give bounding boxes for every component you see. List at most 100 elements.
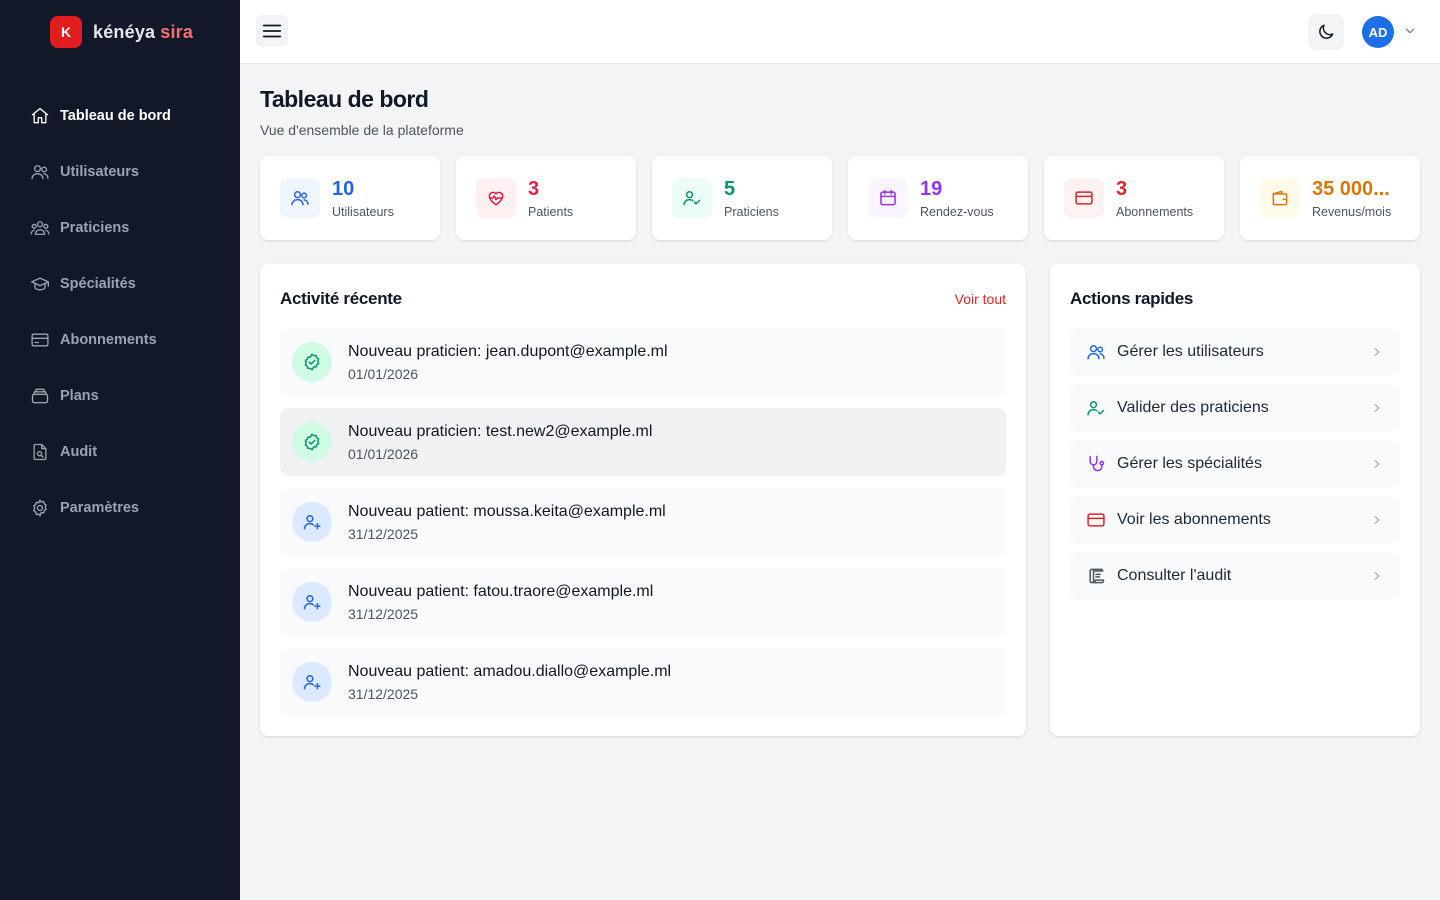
- quick-action-view-audit[interactable]: Consulter l'audit: [1070, 552, 1400, 600]
- activity-date: 31/12/2025: [348, 526, 419, 542]
- sidebar-item-utilisateurs[interactable]: Utilisateurs: [0, 144, 240, 200]
- stat-value: 35 000...: [1312, 178, 1390, 200]
- stat-card-revenus[interactable]: 35 000... Revenus/mois: [1240, 156, 1420, 240]
- stat-card-patients[interactable]: 3 Patients: [456, 156, 636, 240]
- activity-icon-circle: [292, 662, 332, 702]
- sidebar-item-plans[interactable]: Plans: [0, 368, 240, 424]
- stat-label: Abonnements: [1116, 205, 1194, 219]
- credit-card-icon: [1086, 510, 1106, 530]
- activity-date: 01/01/2026: [348, 446, 419, 462]
- recent-activity-panel: Activité récente Voir tout Nouveau prati…: [260, 264, 1026, 736]
- stat-value: 3: [528, 178, 540, 200]
- check-badge-icon: [304, 433, 320, 451]
- activity-icon-circle: [292, 422, 332, 462]
- brand-logo: K: [50, 16, 82, 48]
- sidebar-item-label: Tableau de bord: [60, 108, 171, 124]
- stat-value: 10: [332, 178, 355, 200]
- quick-action-label: Gérer les utilisateurs: [1117, 343, 1264, 360]
- quick-action-manage-users[interactable]: Gérer les utilisateurs: [1070, 328, 1400, 376]
- moon-icon: [1319, 24, 1334, 39]
- stat-icon-box: [476, 178, 516, 218]
- credit-card-icon: [31, 333, 49, 347]
- activity-date: 31/12/2025: [348, 606, 419, 622]
- users-icon: [1086, 342, 1106, 362]
- sidebar-item-label: Paramètres: [60, 500, 139, 516]
- sidebar-item-label: Praticiens: [60, 220, 130, 236]
- quick-action-validate-practitioners[interactable]: Valider des praticiens: [1070, 384, 1400, 432]
- quick-action-label: Voir les abonnements: [1117, 511, 1271, 528]
- stat-card-abonnements[interactable]: 3 Abonnements: [1044, 156, 1224, 240]
- sidebar-item-tableau-de-bord[interactable]: Tableau de bord: [0, 88, 240, 144]
- brand-name: kénéya sira: [93, 22, 193, 43]
- hamburger-icon: [262, 24, 282, 38]
- stat-label: Rendez-vous: [920, 205, 994, 219]
- stat-icon-box: [672, 178, 712, 218]
- activity-title: Nouveau praticien: jean.dupont@example.m…: [348, 343, 668, 360]
- recent-activity-title: Activité récente: [280, 289, 402, 308]
- document-search-icon: [33, 443, 47, 461]
- user-avatar[interactable]: AD: [1362, 16, 1394, 48]
- heart-pulse-icon: [488, 191, 504, 206]
- chevron-down-icon: [1405, 28, 1415, 34]
- sidebar-item-label: Audit: [60, 444, 98, 460]
- users-icon: [31, 165, 49, 180]
- gear-icon: [33, 499, 47, 517]
- chevron-right-icon: [1370, 569, 1384, 583]
- stat-value: 5: [724, 178, 736, 200]
- user-plus-icon: [303, 675, 321, 690]
- activity-title: Nouveau patient: amadou.diallo@example.m…: [348, 663, 672, 680]
- activity-icon-circle: [292, 342, 332, 382]
- menu-toggle-button[interactable]: [256, 15, 288, 47]
- quick-action-view-subscriptions[interactable]: Voir les abonnements: [1070, 496, 1400, 544]
- brand[interactable]: K kénéya sira: [50, 16, 193, 48]
- user-group-icon: [30, 221, 50, 235]
- scroll-icon: [1086, 566, 1106, 586]
- sidebar-item-parametres[interactable]: Paramètres: [0, 480, 240, 536]
- sidebar-item-audit[interactable]: Audit: [0, 424, 240, 480]
- sidebar-nav: Tableau de bord Utilisateurs Praticiens …: [0, 88, 240, 536]
- activity-icon-circle: [292, 582, 332, 622]
- chevron-right-icon: [1370, 401, 1384, 415]
- credit-card-icon: [1075, 191, 1093, 205]
- graduation-cap-icon: [31, 277, 49, 291]
- check-badge-icon: [304, 353, 320, 371]
- activity-item[interactable]: Nouveau patient: moussa.keita@example.ml…: [280, 488, 1006, 556]
- activity-item[interactable]: Nouveau patient: amadou.diallo@example.m…: [280, 648, 1006, 716]
- stat-icon-box: [868, 178, 908, 218]
- users-icon: [291, 191, 309, 206]
- quick-action-manage-specialties[interactable]: Gérer les spécialités: [1070, 440, 1400, 488]
- activity-item[interactable]: Nouveau praticien: test.new2@example.ml …: [280, 408, 1006, 476]
- chevron-right-icon: [1370, 457, 1384, 471]
- chevron-right-icon: [1370, 345, 1384, 359]
- sidebar-item-specialites[interactable]: Spécialités: [0, 256, 240, 312]
- quick-action-label: Consulter l'audit: [1117, 567, 1232, 584]
- quick-actions-title: Actions rapides: [1070, 289, 1194, 308]
- sidebar-item-label: Utilisateurs: [60, 164, 139, 180]
- stat-icon-box: [280, 178, 320, 218]
- sidebar-item-abonnements[interactable]: Abonnements: [0, 312, 240, 368]
- stat-card-utilisateurs[interactable]: 10 Utilisateurs: [260, 156, 440, 240]
- top-header: AD: [240, 0, 1440, 64]
- page-title: Tableau de bord: [260, 86, 429, 112]
- sidebar-item-praticiens[interactable]: Praticiens: [0, 200, 240, 256]
- quick-action-label: Gérer les spécialités: [1117, 455, 1262, 472]
- sidebar-item-label: Spécialités: [60, 276, 136, 292]
- user-menu-dropdown[interactable]: [1403, 24, 1417, 38]
- activity-item[interactable]: Nouveau praticien: jean.dupont@example.m…: [280, 328, 1006, 396]
- theme-toggle-button[interactable]: [1308, 14, 1344, 50]
- activity-title: Nouveau patient: fatou.traore@example.ml: [348, 583, 654, 600]
- stat-card-praticiens[interactable]: 5 Praticiens: [652, 156, 832, 240]
- wallet-icon: [1272, 190, 1288, 206]
- stat-value: 3: [1116, 178, 1128, 200]
- activity-item[interactable]: Nouveau patient: fatou.traore@example.ml…: [280, 568, 1006, 636]
- brand-name-primary: kénéya: [93, 21, 156, 42]
- stat-value: 19: [920, 178, 943, 200]
- user-plus-icon: [303, 515, 321, 530]
- user-check-icon: [683, 191, 701, 206]
- activity-icon-circle: [292, 502, 332, 542]
- stat-label: Patients: [528, 205, 574, 219]
- stat-icon-box: [1260, 178, 1300, 218]
- stat-card-rendez-vous[interactable]: 19 Rendez-vous: [848, 156, 1028, 240]
- stethoscope-icon: [1086, 454, 1106, 474]
- see-all-link[interactable]: Voir tout: [955, 291, 1006, 307]
